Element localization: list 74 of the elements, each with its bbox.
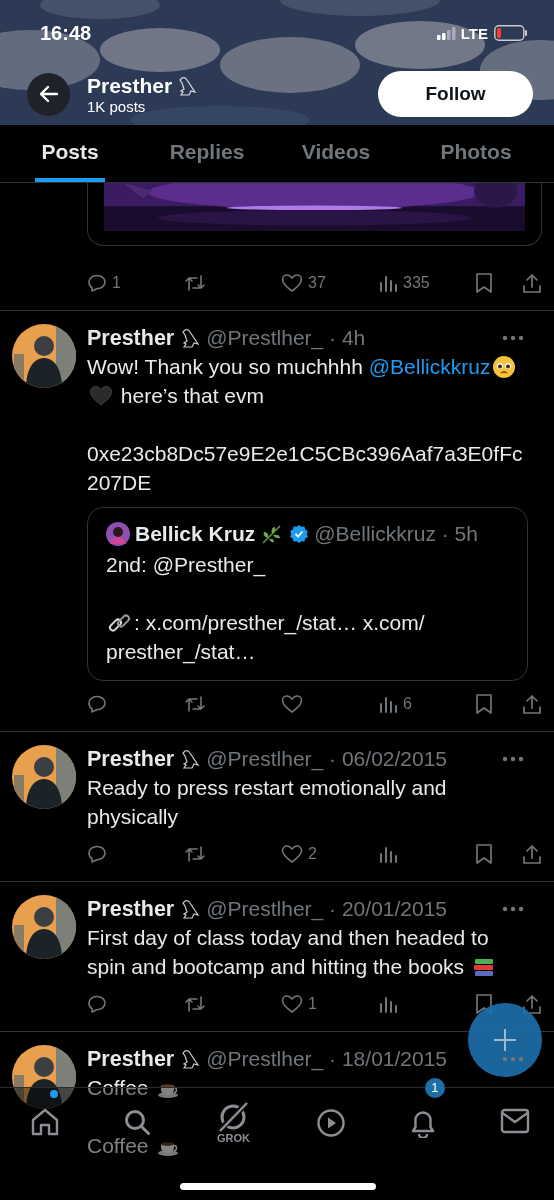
more-icon[interactable] [502, 906, 524, 912]
follow-button[interactable]: Follow [378, 71, 533, 117]
bookmark-icon[interactable] [475, 272, 493, 294]
profile-name: Presther [87, 73, 173, 98]
repost-icon[interactable] [184, 694, 206, 714]
avatar [106, 522, 130, 546]
pleading-face-icon [492, 355, 517, 379]
share-icon[interactable] [522, 693, 542, 715]
more-icon[interactable] [502, 335, 524, 341]
post-count: 1K posts [87, 97, 147, 115]
tab[interactable]: Replies [167, 125, 247, 182]
action-count: 6 [403, 695, 412, 713]
reply-icon[interactable] [87, 273, 107, 293]
battery-icon [494, 25, 528, 41]
handle-and-time: @Prestlher_ · 18/01/2015 [206, 1047, 449, 1071]
heart-icon [89, 384, 113, 408]
views-icon[interactable] [378, 273, 398, 293]
plus-icon [492, 1027, 518, 1053]
reply-icon[interactable] [87, 994, 107, 1014]
views-icon[interactable] [378, 994, 398, 1014]
repost-icon[interactable] [184, 273, 206, 293]
home-icon[interactable] [30, 1108, 60, 1136]
status-time: 16:48 [40, 21, 92, 45]
reply-icon[interactable] [87, 844, 107, 864]
reply-icon[interactable] [87, 694, 107, 714]
bookmark-icon[interactable] [475, 843, 493, 865]
play-icon[interactable] [315, 1108, 346, 1138]
network-label: LTE [460, 24, 488, 42]
views-icon[interactable] [378, 844, 398, 864]
share-icon[interactable] [522, 272, 542, 294]
tab[interactable]: Posts [35, 125, 105, 182]
handle-and-time: @Bellickkruz · 5h [314, 522, 478, 546]
tab[interactable]: Videos [299, 125, 373, 182]
author-name[interactable]: Presther [87, 746, 175, 772]
repost-icon[interactable] [184, 994, 206, 1014]
more-icon[interactable] [502, 756, 524, 762]
grok-icon[interactable] [214, 1100, 253, 1134]
link-icon [108, 611, 132, 635]
mail-icon[interactable] [499, 1108, 530, 1134]
quoted-post[interactable]: Bellick Kruz @Bellickkruz · 5h 2nd: @Presther_ : x.com/presther_/stat… x.com/ presther_/stat… [87, 507, 528, 681]
handle-and-time: @Prestlher_ · 06/02/2015 [206, 747, 449, 771]
handle-and-time: @Prestlher_ · 20/01/2015 [206, 897, 449, 921]
bookmark-icon[interactable] [475, 693, 493, 715]
signal-icon [436, 26, 457, 40]
quoted-text: 2nd: @Presther_ [106, 552, 266, 579]
mention-link[interactable]: @Bellickkruz [368, 355, 491, 378]
like-icon[interactable] [281, 273, 303, 293]
post-text: 0xe23cb8Dc57e9E2e1C5CBc396Aaf7a3E0fFc207DE [87, 441, 524, 496]
action-count: 1 [308, 995, 317, 1013]
post-text: Wow! Thank you so muchhhh @Bellickkruz here’s that evm [87, 352, 528, 410]
share-icon[interactable] [522, 843, 542, 865]
author-name[interactable]: Presther [87, 896, 175, 922]
back-arrow-icon [37, 83, 60, 105]
quoted-author-name: Bellick Kruz [135, 522, 256, 546]
like-icon[interactable] [281, 994, 303, 1014]
like-icon[interactable] [281, 844, 303, 864]
post-text: Coffee [87, 1131, 183, 1160]
action-count: 335 [403, 274, 430, 292]
search-icon[interactable] [123, 1108, 152, 1136]
quoted-text: : x.com/presther_/stat… x.com/ presther_/stat… [106, 610, 426, 666]
views-icon[interactable] [378, 694, 398, 714]
repost-icon[interactable] [184, 844, 206, 864]
notification-count: 1 [424, 1078, 445, 1098]
author-name[interactable]: Presther [87, 1046, 175, 1072]
grok-label: GROK [216, 1132, 250, 1144]
like-icon[interactable] [281, 694, 303, 714]
post-text: First day of class today and then headed to spin and bootcamp and hitting the books [87, 923, 528, 981]
author-name[interactable]: Presther [87, 325, 175, 351]
action-count: 37 [308, 274, 326, 292]
tab[interactable]: Photos [438, 125, 514, 182]
handle-and-time: @Prestlher_ · 4h [206, 326, 367, 350]
action-count: 1 [112, 274, 121, 292]
action-count: 2 [308, 845, 317, 863]
post-text: Ready to press restart emotionally and physically [87, 775, 448, 830]
